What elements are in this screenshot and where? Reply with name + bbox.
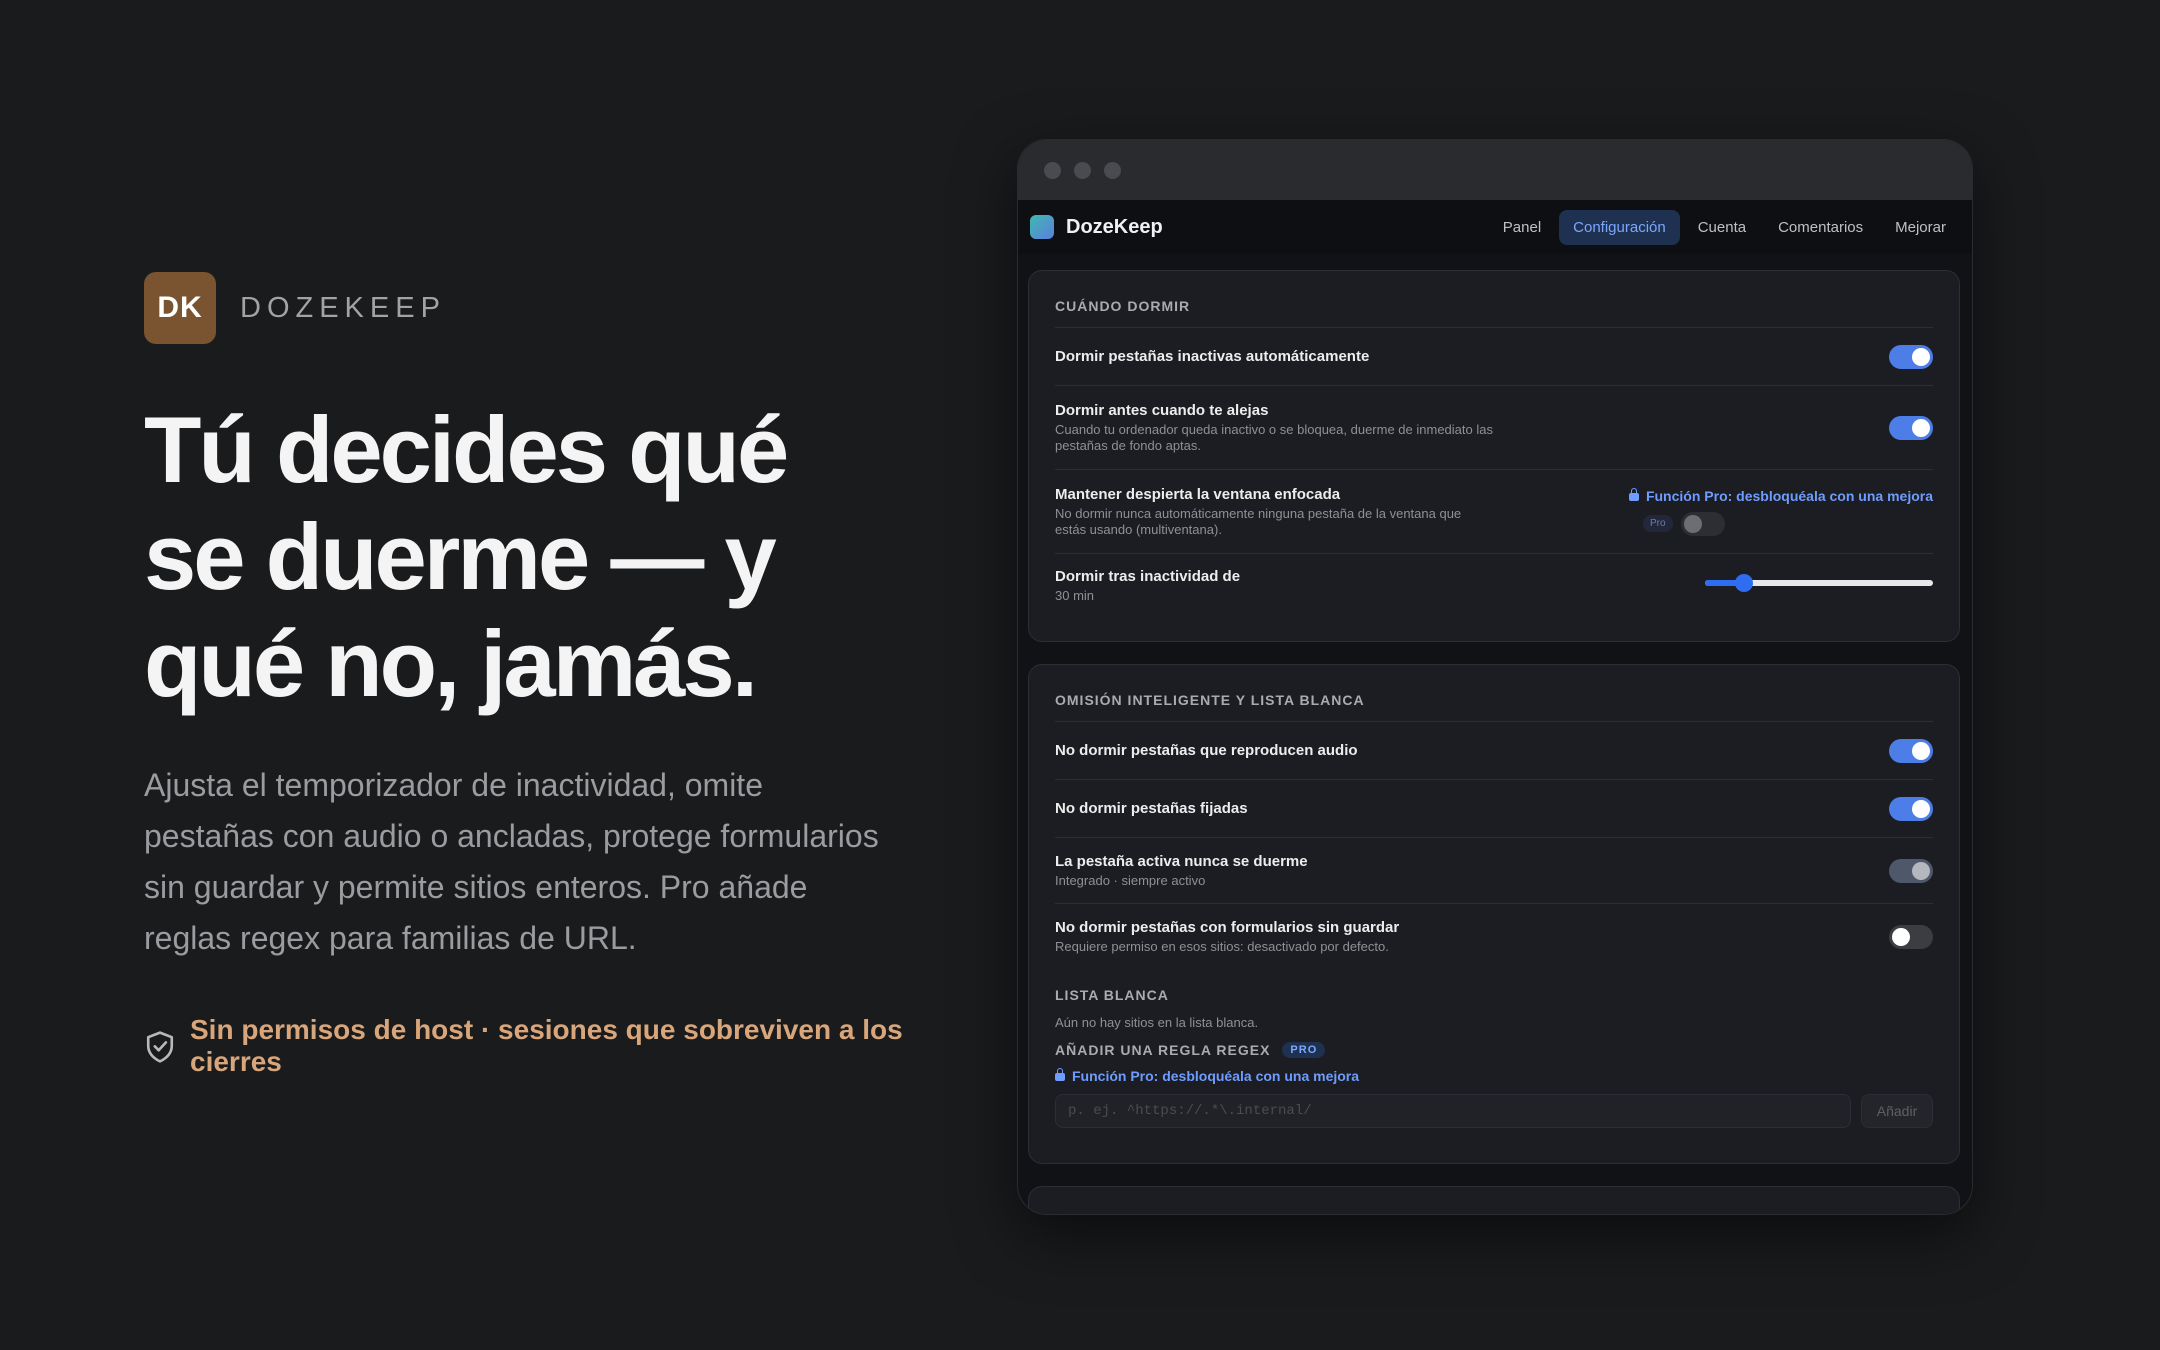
- setting-description: Requiere permiso en esos sitios: desacti…: [1055, 938, 1389, 954]
- next-section-card: [1028, 1186, 1960, 1214]
- nav-tabs: Panel Configuración Cuenta Comentarios M…: [1485, 209, 1960, 245]
- regex-header: AÑADIR UNA REGLA REGEX PRO: [1055, 1042, 1933, 1058]
- sleep-on-away-toggle[interactable]: [1889, 415, 1933, 440]
- setting-label: No dormir pestañas fijadas: [1055, 800, 1248, 817]
- section-title: OMISIÓN INTELIGENTE Y LISTA BLANCA: [1055, 692, 1365, 708]
- tab-panel[interactable]: Panel: [1489, 210, 1555, 245]
- brand: DK DOZEKEEP: [144, 272, 446, 344]
- app-header: DozeKeep Panel Configuración Cuenta Come…: [1018, 200, 1972, 254]
- trust-line: Sin permisos de host · sesiones que sobr…: [144, 1014, 904, 1078]
- slider-handle[interactable]: [1734, 574, 1753, 592]
- setting-label: La pestaña activa nunca se duerme: [1055, 852, 1308, 870]
- regex-input-row: Añadir: [1055, 1094, 1933, 1128]
- trust-text: Sin permisos de host · sesiones que sobr…: [190, 1014, 903, 1077]
- setting-description: No dormir nunca automáticamente ninguna …: [1055, 505, 1462, 537]
- setting-label: No dormir pestañas que reproducen audio: [1055, 742, 1358, 759]
- regex-title: AÑADIR UNA REGLA REGEX: [1055, 1042, 1271, 1058]
- tab-configuracion[interactable]: Configuración: [1559, 209, 1680, 245]
- setting-description: Cuando tu ordenador queda inactivo o se …: [1055, 421, 1493, 453]
- section-title: CUÁNDO DORMIR: [1055, 298, 1191, 314]
- window-close-dot[interactable]: [1044, 161, 1061, 179]
- brand-name: DOZEKEEP: [240, 291, 446, 324]
- idle-timeout-slider[interactable]: [1705, 574, 1933, 592]
- skip-pinned-toggle[interactable]: [1889, 796, 1933, 821]
- regex-input[interactable]: [1055, 1094, 1851, 1128]
- skip-forms-toggle[interactable]: [1889, 924, 1933, 949]
- whitelist-empty: Aún no hay sitios en la lista blanca.: [1055, 1015, 1259, 1030]
- whitelist-title: LISTA BLANCA: [1055, 987, 1169, 1003]
- pro-notice: Función Pro: desbloquéala con una mejora: [1645, 487, 1933, 504]
- hero-subtext: Ajusta el temporizador de inactividad, o…: [144, 767, 879, 956]
- lock-icon: [1055, 1068, 1065, 1081]
- shield-check-icon: [146, 1031, 174, 1063]
- setting-description: Integrado · siempre activo: [1055, 872, 1206, 888]
- setting-idle-timeout: Dormir tras inactividad de 30 min: [1055, 553, 1933, 633]
- setting-skip-forms: No dormir pestañas con formularios sin g…: [1055, 903, 1933, 969]
- app-name: DozeKeep: [1066, 215, 1163, 238]
- idle-timeout-value: 30 min: [1055, 588, 1095, 603]
- tab-cuenta[interactable]: Cuenta: [1684, 210, 1760, 245]
- pro-upgrade-link[interactable]: Función Pro: desbloquéala con una mejora: [1055, 1068, 1933, 1084]
- setting-skip-pinned: No dormir pestañas fijadas: [1055, 779, 1933, 837]
- setting-label: Mantener despierta la ventana enfocada: [1055, 485, 1341, 503]
- pro-notice: Función Pro: desbloquéala con una mejora: [1072, 1068, 1360, 1084]
- active-tab-toggle: [1889, 858, 1933, 883]
- setting-sleep-on-away: Dormir antes cuando te alejas Cuando tu …: [1055, 385, 1933, 469]
- setting-keep-focused: Mantener despierta la ventana enfocada N…: [1055, 469, 1933, 553]
- brand-logo: DK: [144, 272, 216, 344]
- setting-active-tab: La pestaña activa nunca se duerme Integr…: [1055, 837, 1933, 903]
- setting-label: Dormir tras inactividad de: [1055, 568, 1241, 585]
- window-minimize-dot[interactable]: [1074, 161, 1091, 179]
- skip-audio-toggle[interactable]: [1889, 738, 1933, 763]
- window-titlebar: [1018, 140, 1972, 200]
- add-regex-button[interactable]: Añadir: [1861, 1094, 1933, 1128]
- window-zoom-dot[interactable]: [1104, 161, 1121, 179]
- auto-sleep-toggle[interactable]: [1889, 344, 1933, 369]
- setting-label: No dormir pestañas con formularios sin g…: [1055, 918, 1400, 936]
- setting-skip-audio: No dormir pestañas que reproducen audio: [1055, 721, 1933, 779]
- app-logo-icon: [1030, 215, 1054, 239]
- setting-label: Dormir antes cuando te alejas: [1055, 401, 1269, 419]
- lock-icon: [1628, 487, 1639, 501]
- pro-badge: PRO: [1282, 1042, 1326, 1058]
- tab-comentarios[interactable]: Comentarios: [1764, 210, 1877, 245]
- when-to-sleep-card: CUÁNDO DORMIR Dormir pestañas inactivas …: [1028, 270, 1960, 642]
- app-window: DozeKeep Panel Configuración Cuenta Come…: [1017, 139, 1973, 1215]
- hero-headline: Tú decides qué se duerme — y qué no, jam…: [144, 397, 789, 716]
- smart-skip-card: OMISIÓN INTELIGENTE Y LISTA BLANCA No do…: [1028, 664, 1960, 1164]
- tab-mejorar[interactable]: Mejorar: [1881, 210, 1960, 245]
- keep-focused-toggle[interactable]: [1680, 511, 1725, 536]
- setting-label: Dormir pestañas inactivas automáticament…: [1055, 348, 1370, 365]
- setting-auto-sleep: Dormir pestañas inactivas automáticament…: [1055, 327, 1933, 385]
- pro-badge: Pro: [1643, 515, 1673, 532]
- pro-upgrade-link[interactable]: Función Pro: desbloquéala con una mejora: [1628, 487, 1933, 504]
